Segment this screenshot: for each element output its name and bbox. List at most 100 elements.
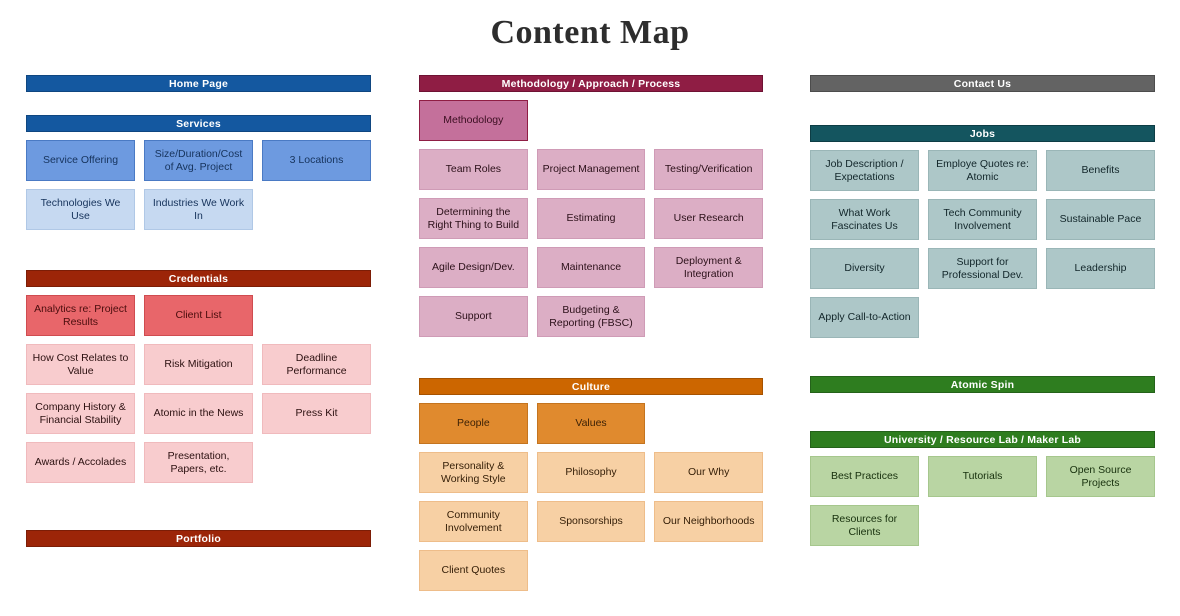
node-tech-community-involvement[interactable]: Tech Community Involvement bbox=[928, 199, 1037, 240]
node-placeholder bbox=[654, 550, 763, 591]
node-analytics-re-project-results[interactable]: Analytics re: Project Results bbox=[26, 295, 135, 336]
node-maintenance[interactable]: Maintenance bbox=[536, 247, 646, 288]
node-resources-for-clients[interactable]: Resources for Clients bbox=[810, 505, 919, 546]
node-press-kit[interactable]: Press Kit bbox=[262, 393, 371, 434]
node-row: Resources for Clients bbox=[810, 505, 1155, 546]
node-size-duration-cost-of-avg-project[interactable]: Size/Duration/Cost of Avg. Project bbox=[144, 140, 253, 181]
node-row: Company History & Financial Stability Ato… bbox=[26, 393, 371, 434]
node-sponsorships[interactable]: Sponsorships bbox=[536, 501, 646, 542]
section-atomic-spin: Atomic Spin bbox=[810, 376, 1155, 393]
node-grid-services: Service Offering Size/Duration/Cost of Av… bbox=[26, 140, 371, 230]
node-row: Awards / Accolades Presentation, Papers, … bbox=[26, 442, 371, 483]
node-people[interactable]: People bbox=[419, 403, 528, 444]
node-row: Job Description / Expectations Employe Qu… bbox=[810, 150, 1155, 191]
node-job-description-expectations[interactable]: Job Description / Expectations bbox=[810, 150, 919, 191]
section-credentials: Credentials Analytics re: Project Results… bbox=[26, 270, 371, 491]
section-portfolio: Portfolio bbox=[26, 530, 371, 547]
node-row: Best Practices Tutorials Open Source Proje… bbox=[810, 456, 1155, 497]
node-grid-culture: People Values Personality & Working Style P… bbox=[419, 403, 764, 591]
section-home-page: Home Page bbox=[26, 75, 371, 92]
node-placeholder bbox=[1046, 505, 1155, 546]
section-header-culture[interactable]: Culture bbox=[419, 378, 763, 395]
node-row: Service Offering Size/Duration/Cost of Av… bbox=[26, 140, 371, 181]
node-placeholder bbox=[654, 403, 763, 444]
node-client-list[interactable]: Client List bbox=[144, 295, 253, 336]
node-grid-methodology-approach-process: Methodology Team Roles Project Management T… bbox=[419, 100, 764, 337]
node-team-roles[interactable]: Team Roles bbox=[419, 149, 528, 190]
node-placeholder bbox=[654, 100, 763, 141]
node-our-neighborhoods[interactable]: Our Neighborhoods bbox=[654, 501, 764, 542]
node-budgeting-reporting-fbsc[interactable]: Budgeting & Reporting (FBSC) bbox=[536, 296, 646, 337]
node-placeholder bbox=[537, 100, 646, 141]
section-methodology-approach-process: Methodology / Approach / Process Methodol… bbox=[419, 75, 764, 345]
section-header-jobs[interactable]: Jobs bbox=[810, 125, 1155, 142]
section-header-portfolio[interactable]: Portfolio bbox=[26, 530, 371, 547]
node-methodology[interactable]: Methodology bbox=[419, 100, 528, 141]
section-culture: Culture People Values Personality & Working… bbox=[419, 378, 764, 599]
section-header-home-page[interactable]: Home Page bbox=[26, 75, 371, 92]
node-company-history-financial-stability[interactable]: Company History & Financial Stability bbox=[26, 393, 135, 434]
section-header-atomic-spin[interactable]: Atomic Spin bbox=[810, 376, 1155, 393]
node-personality-working-style[interactable]: Personality & Working Style bbox=[419, 452, 528, 493]
node-support[interactable]: Support bbox=[419, 296, 528, 337]
section-header-contact-us[interactable]: Contact Us bbox=[810, 75, 1155, 92]
node-row: Agile Design/Dev. Maintenance Deployment &… bbox=[419, 247, 764, 288]
node-agile-design-dev[interactable]: Agile Design/Dev. bbox=[419, 247, 528, 288]
node-our-why[interactable]: Our Why bbox=[654, 452, 764, 493]
node-what-work-fascinates-us[interactable]: What Work Fascinates Us bbox=[810, 199, 919, 240]
node-tutorials[interactable]: Tutorials bbox=[928, 456, 1037, 497]
node-estimating[interactable]: Estimating bbox=[536, 198, 646, 239]
page-title: Content Map bbox=[490, 14, 690, 51]
node-placeholder bbox=[262, 442, 371, 483]
node-row: What Work Fascinates Us Tech Community In… bbox=[810, 199, 1155, 240]
node-sustainable-pace[interactable]: Sustainable Pace bbox=[1046, 199, 1155, 240]
node-support-for-professional-dev[interactable]: Support for Professional Dev. bbox=[928, 248, 1037, 289]
node-presentation-papers-etc[interactable]: Presentation, Papers, etc. bbox=[144, 442, 253, 483]
section-header-university-resource-lab-maker-lab[interactable]: University / Resource Lab / Maker Lab bbox=[810, 431, 1155, 448]
node-3-locations[interactable]: 3 Locations bbox=[262, 140, 371, 181]
node-apply-call-to-action[interactable]: Apply Call-to-Action bbox=[810, 297, 919, 338]
node-placeholder bbox=[1046, 297, 1155, 338]
node-atomic-in-the-news[interactable]: Atomic in the News bbox=[144, 393, 253, 434]
node-project-management[interactable]: Project Management bbox=[536, 149, 646, 190]
node-leadership[interactable]: Leadership bbox=[1046, 248, 1155, 289]
node-risk-mitigation[interactable]: Risk Mitigation bbox=[144, 344, 253, 385]
node-row: Apply Call-to-Action bbox=[810, 297, 1155, 338]
node-placeholder bbox=[262, 189, 371, 230]
node-placeholder bbox=[928, 505, 1037, 546]
node-grid-jobs: Job Description / Expectations Employe Qu… bbox=[810, 150, 1155, 338]
node-deadline-performance[interactable]: Deadline Performance bbox=[262, 344, 371, 385]
node-service-offering[interactable]: Service Offering bbox=[26, 140, 135, 181]
node-how-cost-relates-to-value[interactable]: How Cost Relates to Value bbox=[26, 344, 135, 385]
node-benefits[interactable]: Benefits bbox=[1046, 150, 1155, 191]
section-header-credentials[interactable]: Credentials bbox=[26, 270, 371, 287]
node-deployment-integration[interactable]: Deployment & Integration bbox=[654, 247, 764, 288]
node-testing-verification[interactable]: Testing/Verification bbox=[654, 149, 764, 190]
node-row: Technologies We Use Industries We Work In bbox=[26, 189, 371, 230]
node-row: Team Roles Project Management Testing/Veri… bbox=[419, 149, 764, 190]
node-row: Personality & Working Style Philosophy Our… bbox=[419, 452, 764, 493]
node-technologies-we-use[interactable]: Technologies We Use bbox=[26, 189, 135, 230]
node-values[interactable]: Values bbox=[536, 403, 646, 444]
node-placeholder bbox=[537, 550, 646, 591]
node-user-research[interactable]: User Research bbox=[654, 198, 764, 239]
node-row: Determining the Right Thing to Build Esti… bbox=[419, 198, 764, 239]
node-employe-quotes-re-atomic[interactable]: Employe Quotes re: Atomic bbox=[928, 150, 1037, 191]
node-open-source-projects[interactable]: Open Source Projects bbox=[1046, 456, 1155, 497]
node-philosophy[interactable]: Philosophy bbox=[536, 452, 646, 493]
node-determining-the-right-thing-to-build[interactable]: Determining the Right Thing to Build bbox=[419, 198, 528, 239]
node-awards-accolades[interactable]: Awards / Accolades bbox=[26, 442, 135, 483]
node-row: Client Quotes bbox=[419, 550, 763, 591]
node-client-quotes[interactable]: Client Quotes bbox=[419, 550, 528, 591]
node-grid-university-resource-lab-maker-lab: Best Practices Tutorials Open Source Proje… bbox=[810, 456, 1155, 546]
node-row: Diversity Support for Professional Dev. Le… bbox=[810, 248, 1155, 289]
node-row: Methodology bbox=[419, 100, 763, 141]
node-placeholder bbox=[654, 296, 763, 337]
section-header-methodology-approach-process[interactable]: Methodology / Approach / Process bbox=[419, 75, 763, 92]
node-best-practices[interactable]: Best Practices bbox=[810, 456, 919, 497]
node-grid-credentials: Analytics re: Project Results Client List… bbox=[26, 295, 371, 483]
node-diversity[interactable]: Diversity bbox=[810, 248, 919, 289]
section-header-services[interactable]: Services bbox=[26, 115, 371, 132]
node-industries-we-work-in[interactable]: Industries We Work In bbox=[144, 189, 253, 230]
node-community-involvement[interactable]: Community Involvement bbox=[419, 501, 528, 542]
